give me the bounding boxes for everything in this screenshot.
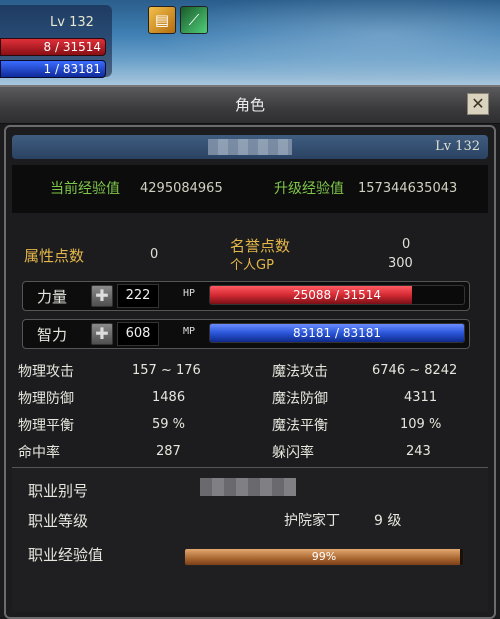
honor-points-value: 0 [402,237,411,252]
mp-text: 83181 / 83181 [292,326,382,340]
mag-atk-value: 6746 ~ 8242 [372,363,458,378]
job-id-label: 职业别号 [28,482,89,500]
mag-def-value: 4311 [404,390,438,405]
phys-atk-value: 157 ~ 176 [132,363,201,378]
gp-value: 300 [388,256,413,271]
character-window: 角色 ✕ Lv 132 当前经验值 4295084965 升级经验值 15734… [0,85,500,619]
player-status-hud: Lv 132 8 / 31514 1 / 83181 [0,5,112,78]
job-title: 护院家丁 [284,513,340,529]
hud-hp-bar: 8 / 31514 [0,38,106,56]
strength-row: 力量 ✚ 222 HP 25088 / 31514 [22,281,470,311]
job-id-redacted [200,478,296,496]
job-exp-bar: 99% [184,548,464,566]
character-name-bar: Lv 132 [12,135,488,159]
phys-atk-label: 物理攻击 [18,364,74,380]
phys-bal-label: 物理平衡 [18,418,74,434]
hud-level: Lv 132 [50,15,94,30]
hud-hp-text: 8 / 31514 [43,40,101,54]
current-exp-label: 当前经验值 [50,181,120,197]
hp-text: 25088 / 31514 [292,288,382,302]
job-section: 职业别号 职业等级 护院家丁 9 级 职业经验值 99% [12,467,488,612]
phys-bal-value: 59 % [152,417,186,432]
scroll-icon[interactable]: ▤ [148,6,176,34]
mag-bal-label: 魔法平衡 [272,418,328,434]
strength-label: 力量 [37,288,68,306]
phys-def-value: 1486 [152,390,186,405]
character-panel: Lv 132 当前经验值 4295084965 升级经验值 1573446350… [4,125,496,619]
attr-points-label: 属性点数 [24,247,85,265]
hp-bar: 25088 / 31514 [209,285,465,305]
strength-value: 222 [117,284,159,308]
gp-label: 个人GP [230,258,274,273]
mp-label: MP [183,326,196,337]
honor-points-label: 名誉点数 [230,237,291,255]
job-level-value: 9 级 [374,513,402,529]
hud-mp-bar: 1 / 83181 [0,60,106,78]
add-intelligence-button[interactable]: ✚ [91,323,113,345]
mag-atk-label: 魔法攻击 [272,364,328,380]
experience-box: 当前经验值 4295084965 升级经验值 157344635043 [12,165,488,213]
intelligence-label: 智力 [37,326,68,344]
phys-def-label: 物理防御 [18,391,74,407]
add-strength-button[interactable]: ✚ [91,285,113,307]
dodge-rate-value: 243 [406,444,431,459]
job-exp-text: 99% [311,550,337,563]
hit-rate-value: 287 [156,444,181,459]
character-level: Lv 132 [435,139,480,154]
intelligence-value: 608 [117,322,159,346]
hit-rate-label: 命中率 [18,445,60,461]
next-exp-value: 157344635043 [358,181,458,196]
character-name-redacted [208,139,292,155]
mag-bal-value: 109 % [400,417,442,432]
dodge-rate-label: 躲闪率 [272,445,314,461]
attr-points-value: 0 [150,247,159,262]
hud-mp-text: 1 / 83181 [43,62,101,76]
job-level-label: 职业等级 [28,512,89,530]
mag-def-label: 魔法防御 [272,391,328,407]
sword-icon[interactable]: ⟋ [180,6,208,34]
window-titlebar[interactable]: 角色 ✕ [0,87,500,124]
window-title: 角色 [234,96,265,114]
job-exp-label: 职业经验值 [28,546,104,564]
hp-label: HP [183,288,196,299]
close-button[interactable]: ✕ [467,93,489,115]
current-exp-value: 4295084965 [140,181,223,196]
next-exp-label: 升级经验值 [274,181,344,197]
intelligence-row: 智力 ✚ 608 MP 83181 / 83181 [22,319,470,349]
mp-bar: 83181 / 83181 [209,323,465,343]
